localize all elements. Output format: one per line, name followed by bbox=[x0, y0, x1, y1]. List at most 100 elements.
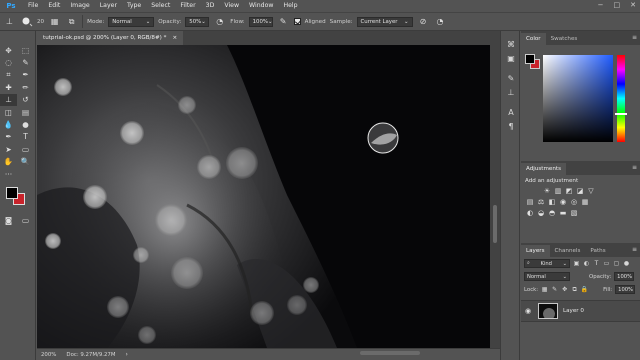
menu-layer[interactable]: Layer bbox=[95, 0, 122, 12]
color-panel-foreground-swatch[interactable] bbox=[525, 54, 535, 64]
screen-mode-icon[interactable]: ▭ bbox=[17, 214, 34, 226]
opacity-field[interactable]: 50% ⌄ bbox=[185, 16, 210, 27]
foreground-color-swatch[interactable] bbox=[6, 187, 18, 200]
hue-slider-marker[interactable] bbox=[615, 113, 627, 115]
ignore-adjustment-layers-icon[interactable]: ⊘ bbox=[417, 15, 430, 28]
properties-panel-icon[interactable]: ▣ bbox=[501, 51, 521, 65]
lock-all-icon[interactable]: 🔒 bbox=[581, 286, 588, 293]
quick-mask-icon[interactable]: ◙ bbox=[0, 214, 17, 226]
clone-stamp-tool-icon[interactable]: ⊥ bbox=[0, 93, 17, 106]
aligned-checkbox[interactable] bbox=[293, 18, 301, 25]
zoom-tool-icon[interactable]: 🔍 bbox=[17, 156, 34, 168]
curves-icon[interactable]: ◩ bbox=[565, 187, 573, 195]
panel-menu-icon[interactable]: ≡ bbox=[632, 164, 637, 171]
document-canvas[interactable] bbox=[37, 45, 490, 348]
black-white-icon[interactable]: ◧ bbox=[548, 198, 556, 206]
hand-tool-icon[interactable]: ✋ bbox=[0, 156, 17, 168]
close-button[interactable]: ✕ bbox=[630, 1, 636, 9]
channel-mixer-icon[interactable]: ◎ bbox=[570, 198, 578, 206]
menu-help[interactable]: Help bbox=[278, 0, 302, 12]
scroll-thumb[interactable] bbox=[493, 205, 497, 243]
tab-color[interactable]: Color bbox=[521, 33, 546, 45]
exposure-icon[interactable]: ◪ bbox=[576, 187, 584, 195]
panel-menu-icon[interactable]: ≡ bbox=[632, 34, 637, 41]
blend-mode-select[interactable]: Normal ⌄ bbox=[524, 272, 570, 281]
type-tool-icon[interactable]: T bbox=[17, 131, 34, 143]
selective-color-icon[interactable]: ▧ bbox=[570, 209, 578, 217]
brush-preset-picker[interactable] bbox=[20, 15, 33, 28]
minimize-button[interactable]: − bbox=[598, 1, 604, 9]
menu-filter[interactable]: Filter bbox=[175, 0, 200, 12]
color-lookup-icon[interactable]: ▦ bbox=[581, 198, 589, 206]
invert-icon[interactable]: ◐ bbox=[526, 209, 534, 217]
levels-icon[interactable]: ▥ bbox=[554, 187, 562, 195]
tab-swatches[interactable]: Swatches bbox=[546, 33, 583, 45]
history-panel-icon[interactable]: ⌘ bbox=[501, 37, 521, 51]
color-picker-field[interactable] bbox=[543, 55, 613, 142]
toggle-brush-panel-icon[interactable]: ▦ bbox=[48, 15, 61, 28]
horizontal-scrollbar[interactable] bbox=[320, 350, 500, 357]
filter-adjustment-icon[interactable]: ◐ bbox=[583, 260, 590, 267]
menu-select[interactable]: Select bbox=[146, 0, 175, 12]
sample-select[interactable]: Current Layer ⌄ bbox=[356, 16, 413, 27]
path-selection-tool-icon[interactable]: ➤ bbox=[0, 143, 17, 155]
maximize-button[interactable]: □ bbox=[614, 1, 621, 9]
healing-brush-tool-icon[interactable]: ✚ bbox=[0, 81, 17, 93]
tab-adjustments[interactable]: Adjustments bbox=[521, 163, 567, 175]
quick-selection-tool-icon[interactable]: ✎ bbox=[17, 56, 34, 68]
blur-tool-icon[interactable]: 💧 bbox=[0, 118, 17, 130]
toggle-clone-source-panel-icon[interactable]: ⧉ bbox=[65, 15, 78, 28]
status-menu-arrow-icon[interactable]: › bbox=[126, 351, 128, 358]
hue-saturation-icon[interactable]: ▤ bbox=[526, 198, 534, 206]
marquee-tool-icon[interactable]: ⬚ bbox=[17, 44, 34, 56]
pressure-size-icon[interactable]: ◔ bbox=[434, 15, 447, 28]
filter-shape-icon[interactable]: ▭ bbox=[603, 260, 610, 267]
lasso-tool-icon[interactable]: ◌ bbox=[0, 56, 17, 68]
vibrance-icon[interactable]: ▽ bbox=[587, 187, 595, 195]
layer-row[interactable]: ◉ Layer 0 bbox=[521, 300, 640, 322]
layer-name[interactable]: Layer 0 bbox=[563, 308, 584, 314]
threshold-icon[interactable]: ◓ bbox=[548, 209, 556, 217]
dodge-tool-icon[interactable]: ● bbox=[17, 118, 34, 130]
layer-filter-kind[interactable]: ⌕ Kind ⌄ bbox=[524, 259, 570, 268]
lock-image-pixels-icon[interactable]: ✎ bbox=[551, 286, 558, 293]
filter-smart-object-icon[interactable]: ▢ bbox=[613, 260, 620, 267]
panel-menu-icon[interactable]: ≡ bbox=[632, 246, 637, 253]
brush-panel-icon[interactable]: ✎ bbox=[501, 71, 521, 85]
menu-file[interactable]: File bbox=[23, 0, 43, 12]
filter-pixel-icon[interactable]: ▣ bbox=[573, 260, 580, 267]
menu-3d[interactable]: 3D bbox=[201, 0, 220, 12]
layer-opacity-field[interactable]: 100% bbox=[614, 272, 635, 281]
brightness-contrast-icon[interactable]: ☀ bbox=[543, 187, 551, 195]
airbrush-icon[interactable]: ✎ bbox=[277, 15, 290, 28]
photo-filter-icon[interactable]: ◉ bbox=[559, 198, 567, 206]
hue-slider[interactable] bbox=[617, 55, 625, 142]
vertical-scrollbar[interactable] bbox=[490, 45, 500, 348]
filter-type-icon[interactable]: T bbox=[593, 260, 600, 267]
tab-layers[interactable]: Layers bbox=[521, 245, 550, 257]
tab-paths[interactable]: Paths bbox=[585, 245, 610, 257]
scroll-thumb[interactable] bbox=[360, 351, 420, 355]
brush-tool-icon[interactable]: ✏ bbox=[17, 81, 34, 93]
mode-select[interactable]: Normal ⌄ bbox=[108, 16, 155, 27]
character-panel-icon[interactable]: A bbox=[501, 105, 521, 119]
tab-channels[interactable]: Channels bbox=[550, 245, 586, 257]
clone-source-panel-icon[interactable]: ⊥ bbox=[501, 85, 521, 99]
paragraph-panel-icon[interactable]: ¶ bbox=[501, 119, 521, 133]
lock-artboard-icon[interactable]: ⧉ bbox=[571, 286, 578, 293]
gradient-map-icon[interactable]: ▬ bbox=[559, 209, 567, 217]
lock-transparent-pixels-icon[interactable]: ▦ bbox=[541, 286, 548, 293]
document-tab[interactable]: tutprial-ok.psd @ 200% (Layer 0, RGB/8#)… bbox=[37, 31, 184, 45]
menu-edit[interactable]: Edit bbox=[43, 0, 65, 12]
menu-view[interactable]: View bbox=[219, 0, 244, 12]
gradient-tool-icon[interactable]: ▤ bbox=[17, 106, 34, 118]
move-tool-icon[interactable]: ✥ bbox=[0, 44, 17, 56]
menu-type[interactable]: Type bbox=[122, 0, 146, 12]
flow-field[interactable]: 100% ⌄ bbox=[248, 16, 273, 27]
lock-position-icon[interactable]: ✥ bbox=[561, 286, 568, 293]
crop-tool-icon[interactable]: ⌗ bbox=[0, 69, 17, 81]
history-brush-tool-icon[interactable]: ↺ bbox=[17, 94, 34, 106]
close-tab-icon[interactable]: × bbox=[172, 31, 177, 45]
menu-image[interactable]: Image bbox=[65, 0, 94, 12]
posterize-icon[interactable]: ◒ bbox=[537, 209, 545, 217]
